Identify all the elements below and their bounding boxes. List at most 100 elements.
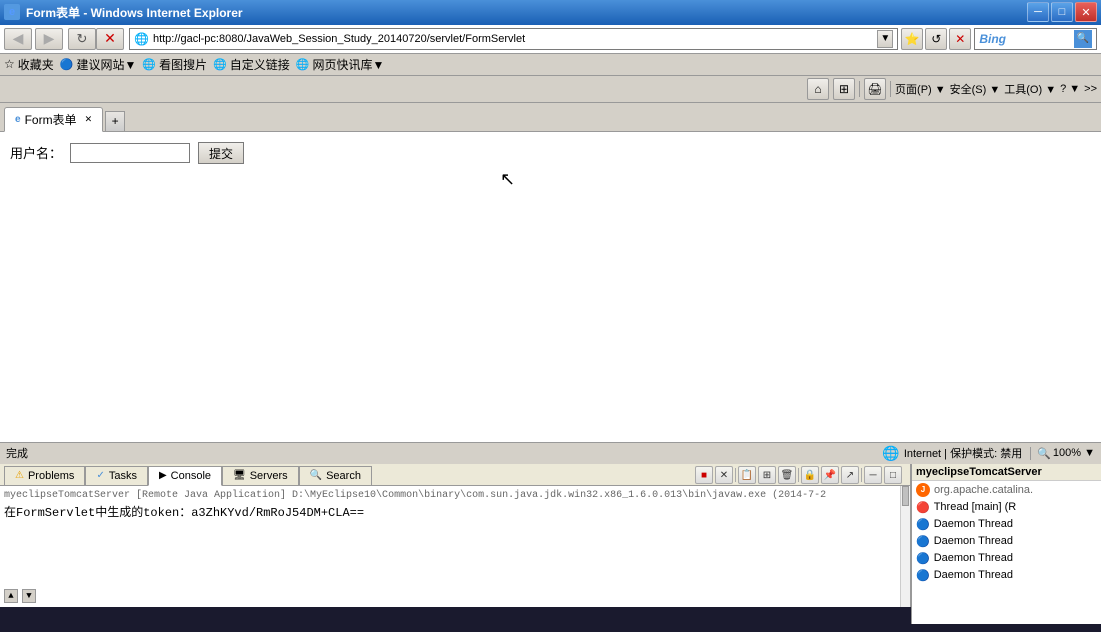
web-widget-item[interactable]: 🌐 网页快讯库▼	[296, 56, 385, 73]
open-console-button[interactable]: ↗	[841, 466, 859, 484]
console-content: myeclipseTomcatServer [Remote Java Appli…	[0, 486, 910, 607]
tab-bar: e Form表单 ✕ +	[0, 103, 1101, 132]
server-name: myeclipseTomcatServer	[916, 466, 1042, 478]
feeds-button[interactable]: ⊞	[833, 78, 855, 100]
form-row: 用户名： 提交	[10, 142, 1091, 164]
lock-scroll-button[interactable]: 🔒	[801, 466, 819, 484]
custom-link-item[interactable]: 🌐 自定义链接	[213, 56, 290, 73]
main-thread-label: Thread [main] (R	[934, 501, 1017, 513]
eclipse-tab-bar: ⚠ Problems ✓ Tasks ▶ Console 🖥 Servers 🔍	[0, 464, 910, 486]
forward-button[interactable]: ▶	[35, 28, 63, 50]
browser-section: ◀ ▶ ↻ ✕ 🌐 ▼ ⭐ ↺ ✕ Bing 🔍	[0, 25, 1101, 464]
paste-button[interactable]: ⊞	[758, 466, 776, 484]
submit-button[interactable]: 提交	[198, 142, 244, 164]
tab-icon: e	[15, 114, 21, 125]
address-input[interactable]	[153, 33, 873, 45]
console-toolbar-right: ■ ✕ 📋 ⊞ 🗑 🔒 📌 ↗ ─ □	[695, 466, 906, 484]
tab-console[interactable]: ▶ Console	[148, 466, 222, 486]
print-button[interactable]: 🖨	[864, 78, 886, 100]
title-bar: e Form表单 - Windows Internet Explorer ─ □…	[0, 0, 1101, 25]
favorites-icon-button[interactable]: ⭐	[901, 28, 923, 50]
title-bar-buttons: ─ □ ✕	[1027, 2, 1097, 22]
page-menu[interactable]: 页面(P) ▼	[895, 81, 946, 97]
tools-menu[interactable]: 工具(O) ▼	[1004, 81, 1056, 97]
bing-logo: Bing	[979, 32, 1006, 46]
tab-tasks[interactable]: ✓ Tasks	[85, 466, 148, 485]
suggest-site-item[interactable]: 🔵 建议网站▼	[60, 56, 137, 73]
servers-icon: 🖥	[233, 470, 246, 481]
status-text: 完成	[6, 445, 874, 461]
image-label: 看图搜片	[159, 56, 207, 73]
main-thread-item[interactable]: 🔴 Thread [main] (R	[912, 499, 1101, 516]
home-button[interactable]: ⌂	[807, 78, 829, 100]
daemon-thread-4[interactable]: 🔵 Daemon Thread	[912, 567, 1101, 584]
expand-button[interactable]: >>	[1084, 83, 1097, 95]
debug-panel-header: myeclipseTomcatServer	[912, 464, 1101, 481]
daemon-thread-2[interactable]: 🔵 Daemon Thread	[912, 533, 1101, 550]
zoom-icon: 🔍	[1037, 447, 1051, 460]
refresh-feeds-button[interactable]: ↺	[925, 28, 947, 50]
close-button[interactable]: ✕	[1075, 2, 1097, 22]
maximize-button[interactable]: □	[1051, 2, 1073, 22]
window-title: Form表单 - Windows Internet Explorer	[26, 4, 243, 21]
safety-menu[interactable]: 安全(S) ▼	[950, 81, 1001, 97]
nav-icon-buttons: ⭐ ↺ ✕	[901, 28, 971, 50]
console-header: myeclipseTomcatServer [Remote Java Appli…	[4, 490, 906, 501]
title-bar-left: e Form表单 - Windows Internet Explorer	[4, 4, 243, 21]
daemon-label-1: Daemon Thread	[934, 518, 1013, 530]
form-tab[interactable]: e Form表单 ✕	[4, 107, 103, 132]
refresh-button[interactable]: ↻	[68, 28, 96, 50]
copy-button[interactable]: 📋	[738, 466, 756, 484]
pin-button[interactable]: 📌	[821, 466, 839, 484]
servers-label: Servers	[250, 470, 288, 482]
maximize-console-button[interactable]: □	[884, 466, 902, 484]
browser-icon: e	[4, 4, 20, 20]
daemon-label-4: Daemon Thread	[934, 569, 1013, 581]
go-button[interactable]: ▼	[877, 30, 893, 48]
tab-search[interactable]: 🔍 Search	[299, 466, 372, 485]
collapse-button[interactable]: ─	[864, 466, 882, 484]
arrow-down-button[interactable]: ▼	[22, 589, 36, 603]
back-button[interactable]: ◀	[4, 28, 32, 50]
favorites-label: 收藏夹	[18, 56, 54, 73]
console-scrollbar[interactable]	[900, 486, 910, 607]
image-icon: 🌐	[142, 58, 156, 71]
catalina-item[interactable]: J org.apache.catalina.	[912, 481, 1101, 499]
daemon-icon-3: 🔵	[916, 552, 930, 565]
console-bottom-buttons: ▲ ▼	[4, 589, 36, 603]
new-tab-button[interactable]: +	[105, 111, 125, 131]
search-label: Search	[326, 470, 361, 482]
status-right: 🌐 Internet | 保护模式: 禁用 🔍 100% ▼	[882, 445, 1095, 462]
address-icon: 🌐	[134, 32, 149, 46]
tab-servers[interactable]: 🖥 Servers	[222, 466, 299, 485]
nav-bar: ◀ ▶ ↻ ✕ 🌐 ▼ ⭐ ↺ ✕ Bing 🔍	[0, 25, 1101, 54]
minimize-button[interactable]: ─	[1027, 2, 1049, 22]
zoom-level[interactable]: 100% ▼	[1053, 447, 1095, 459]
tab-label: Form表单	[25, 111, 77, 128]
console-icon: ▶	[159, 470, 167, 481]
main-container: e Form表单 - Windows Internet Explorer ─ □…	[0, 0, 1101, 632]
image-search-item[interactable]: 🌐 看图搜片	[142, 56, 207, 73]
daemon-thread-3[interactable]: 🔵 Daemon Thread	[912, 550, 1101, 567]
favorites-star-button[interactable]: ☆ 收藏夹	[4, 56, 54, 73]
right-debug-panel: myeclipseTomcatServer J org.apache.catal…	[911, 464, 1101, 624]
daemon-icon-2: 🔵	[916, 535, 930, 548]
daemon-thread-1[interactable]: 🔵 Daemon Thread	[912, 516, 1101, 533]
stop-button[interactable]: ✕	[96, 28, 124, 50]
daemon-label-3: Daemon Thread	[934, 552, 1013, 564]
clear-button[interactable]: 🗑	[778, 466, 796, 484]
status-bar: 完成 🌐 Internet | 保护模式: 禁用 🔍 100% ▼	[0, 442, 1101, 464]
disconnect-button[interactable]: ✕	[715, 466, 733, 484]
bing-search-input[interactable]	[1010, 33, 1070, 45]
username-input[interactable]	[70, 143, 190, 163]
custom-label: 自定义链接	[230, 56, 290, 73]
daemon-icon-4: 🔵	[916, 569, 930, 582]
stop-x-button[interactable]: ✕	[949, 28, 971, 50]
terminate-button[interactable]: ■	[695, 466, 713, 484]
help-menu[interactable]: ? ▼	[1060, 83, 1080, 95]
arrow-up-button[interactable]: ▲	[4, 589, 18, 603]
suggest-label: 建议网站▼	[76, 56, 136, 73]
tab-problems[interactable]: ⚠ Problems	[4, 466, 85, 485]
tab-close-button[interactable]: ✕	[85, 114, 93, 125]
bing-search-button[interactable]: 🔍	[1074, 30, 1092, 48]
